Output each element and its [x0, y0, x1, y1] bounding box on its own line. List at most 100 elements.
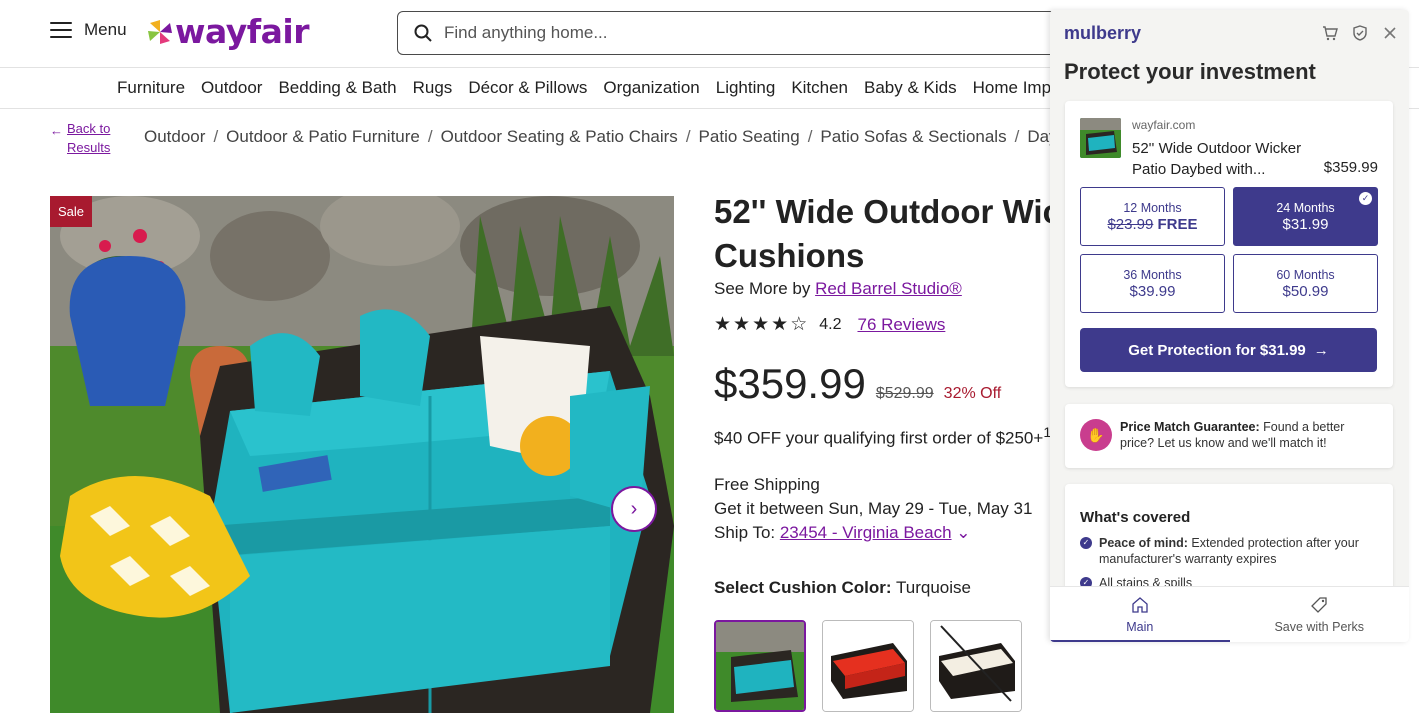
covered-item: ✓ Peace of mind: Extended protection aft…	[1080, 535, 1380, 567]
nav-item-lighting[interactable]: Lighting	[716, 78, 776, 98]
plan-price: $50.99	[1282, 282, 1329, 300]
back-to-results-link[interactable]: ← Back to Results	[50, 119, 127, 157]
promo-message: $40 OFF your qualifying first order of $…	[714, 428, 1044, 448]
selected-color: Turquoise	[896, 578, 971, 597]
protection-plan-card: wayfair.com 52'' Wide Outdoor Wicker Pat…	[1065, 101, 1393, 387]
swatch-turquoise[interactable]	[714, 620, 806, 712]
swatch-red[interactable]	[822, 620, 914, 712]
wayfair-pinwheel-icon	[148, 19, 172, 44]
breadcrumb-item[interactable]: Outdoor	[144, 127, 205, 147]
breadcrumb-item[interactable]: Outdoor & Patio Furniture	[226, 127, 420, 147]
hamburger-icon	[50, 22, 72, 38]
plan-price: $31.99	[1282, 215, 1329, 233]
nav-item-organization[interactable]: Organization	[603, 78, 699, 98]
plan-60-months[interactable]: 60 Months $50.99	[1233, 254, 1378, 313]
plan-options: 12 Months $23.99 FREE ✓ 24 Months $31.99…	[1080, 187, 1378, 313]
get-protection-button[interactable]: Get Protection for $31.99 →	[1080, 328, 1377, 372]
retailer-site: wayfair.com	[1132, 118, 1196, 132]
color-label: Select Cushion Color:	[714, 578, 892, 597]
product-thumbnail	[1080, 118, 1121, 158]
plan-24-months[interactable]: ✓ 24 Months $31.99	[1233, 187, 1378, 246]
plan-duration: 12 Months	[1123, 200, 1182, 215]
nav-item-baby-kids[interactable]: Baby & Kids	[864, 78, 957, 98]
thumbnail-image	[1080, 118, 1121, 158]
nav-item-outdoor[interactable]: Outdoor	[201, 78, 262, 98]
plan-old-price: $23.99	[1107, 215, 1154, 233]
chevron-down-icon[interactable]: ⌄	[956, 523, 970, 542]
reviews-link[interactable]: 76 Reviews	[857, 315, 945, 335]
rating-row: ★ ★ ★ ★ ☆ 4.2 76 Reviews	[714, 313, 945, 336]
wayfair-logo[interactable]: wayfair	[147, 12, 309, 51]
breadcrumb-item[interactable]: Patio Seating	[699, 127, 800, 147]
brand-link[interactable]: Red Barrel Studio®	[815, 279, 962, 298]
delivery-estimate: Get it between Sun, May 29 - Tue, May 31	[714, 499, 1033, 518]
star-filled-icon: ★	[752, 314, 770, 335]
shield-icon[interactable]	[1352, 25, 1368, 41]
cart-icon[interactable]	[1322, 25, 1338, 41]
brand-line: See More by Red Barrel Studio®	[714, 279, 962, 299]
plan-12-months[interactable]: 12 Months $23.99 FREE	[1080, 187, 1225, 246]
mulberry-logo: mulberry	[1064, 23, 1142, 43]
nav-item-rugs[interactable]: Rugs	[413, 78, 453, 98]
brand-prefix: See More by	[714, 279, 816, 298]
ship-to-label: Ship To:	[714, 523, 780, 542]
ship-to: Ship To: 23454 - Virginia Beach ⌄	[714, 521, 1032, 545]
product-title-line2: Cushions	[714, 237, 865, 274]
sale-badge: Sale	[50, 196, 93, 227]
cushion-color-label: Select Cushion Color: Turquoise	[714, 578, 971, 598]
star-filled-icon: ★	[771, 314, 789, 335]
plan-duration: 24 Months	[1276, 200, 1335, 215]
plan-duration: 36 Months	[1123, 267, 1182, 282]
search-bar[interactable]	[397, 11, 1077, 55]
price-match-title: Price Match Guarantee:	[1120, 420, 1260, 434]
tab-main[interactable]: Main	[1050, 587, 1230, 642]
covered-item-text: Peace of mind: Extended protection after…	[1099, 535, 1380, 567]
plan-free-label: FREE	[1157, 215, 1198, 233]
panel-icons	[1322, 25, 1398, 41]
tab-save-with-perks[interactable]: Save with Perks	[1230, 587, 1410, 642]
swatch-white[interactable]	[930, 620, 1022, 712]
breadcrumb-separator: /	[685, 127, 691, 146]
menu-label: Menu	[84, 20, 127, 39]
nav-item-decor-pillows[interactable]: Décor & Pillows	[468, 78, 587, 98]
breadcrumb-separator: /	[1014, 127, 1020, 146]
search-input[interactable]	[444, 23, 1004, 43]
back-label: Back to Results	[67, 121, 111, 155]
tag-icon	[1311, 596, 1327, 613]
menu-button[interactable]: Menu	[50, 20, 127, 40]
current-price: $359.99	[714, 360, 866, 407]
swatch-image	[931, 621, 1021, 711]
star-rating: ★ ★ ★ ★ ☆	[714, 313, 807, 336]
mulberry-protection-panel: mulberry Protect your investment wayfair…	[1050, 10, 1409, 642]
check-icon: ✓	[1359, 192, 1372, 205]
tab-label: Main	[1126, 619, 1154, 634]
panel-heading: Protect your investment	[1064, 59, 1316, 84]
close-icon[interactable]	[1382, 25, 1398, 41]
product-title: 52'' Wide Outdoor Wicker Cushions	[714, 190, 1094, 278]
breadcrumb-item[interactable]: Outdoor Seating & Patio Chairs	[441, 127, 678, 147]
nav-item-bedding-bath[interactable]: Bedding & Bath	[278, 78, 396, 98]
star-empty-icon: ☆	[790, 314, 808, 335]
logo-text: wayfair	[175, 12, 309, 51]
plan-price: $23.99 FREE	[1107, 216, 1197, 233]
swatch-image	[716, 622, 804, 710]
plan-price: $39.99	[1129, 282, 1176, 300]
chevron-right-icon: ›	[630, 497, 638, 520]
next-image-button[interactable]: ›	[611, 486, 657, 532]
plan-36-months[interactable]: 36 Months $39.99	[1080, 254, 1225, 313]
breadcrumb-separator: /	[807, 127, 813, 146]
cta-label: Get Protection for $31.99	[1128, 341, 1306, 359]
breadcrumb-separator: /	[427, 127, 433, 146]
hand-icon: ✋	[1080, 419, 1112, 451]
nav-item-furniture[interactable]: Furniture	[117, 78, 185, 98]
breadcrumb-item[interactable]: Patio Sofas & Sectionals	[820, 127, 1006, 147]
nav-item-kitchen[interactable]: Kitchen	[791, 78, 848, 98]
shipping-title: Free Shipping	[714, 475, 820, 494]
rating-value: 4.2	[819, 315, 842, 333]
ship-to-location-link[interactable]: 23454 - Virginia Beach	[780, 523, 952, 542]
color-swatches	[714, 620, 1022, 712]
arrow-right-icon: →	[1313, 341, 1329, 359]
product-image[interactable]: Sale ›	[50, 196, 674, 713]
product-price: $359.99	[1323, 159, 1378, 176]
promo-text: $40 OFF your qualifying first order of $…	[714, 425, 1054, 449]
